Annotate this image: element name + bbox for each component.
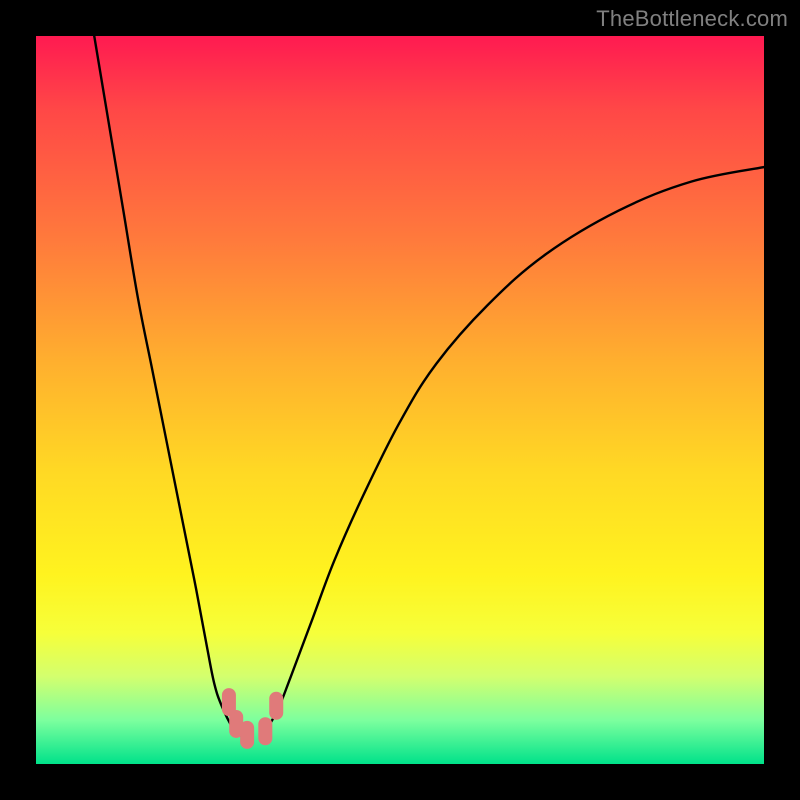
curve-right-branch	[262, 167, 764, 735]
optimum-marker	[269, 692, 283, 720]
optimum-marker	[258, 717, 272, 745]
marker-group	[222, 688, 283, 749]
curve-left-branch	[94, 36, 247, 739]
optimum-marker	[240, 721, 254, 749]
watermark-text: TheBottleneck.com	[596, 6, 788, 32]
plot-area	[36, 36, 764, 764]
curve-group	[94, 36, 764, 739]
chart-svg	[36, 36, 764, 764]
